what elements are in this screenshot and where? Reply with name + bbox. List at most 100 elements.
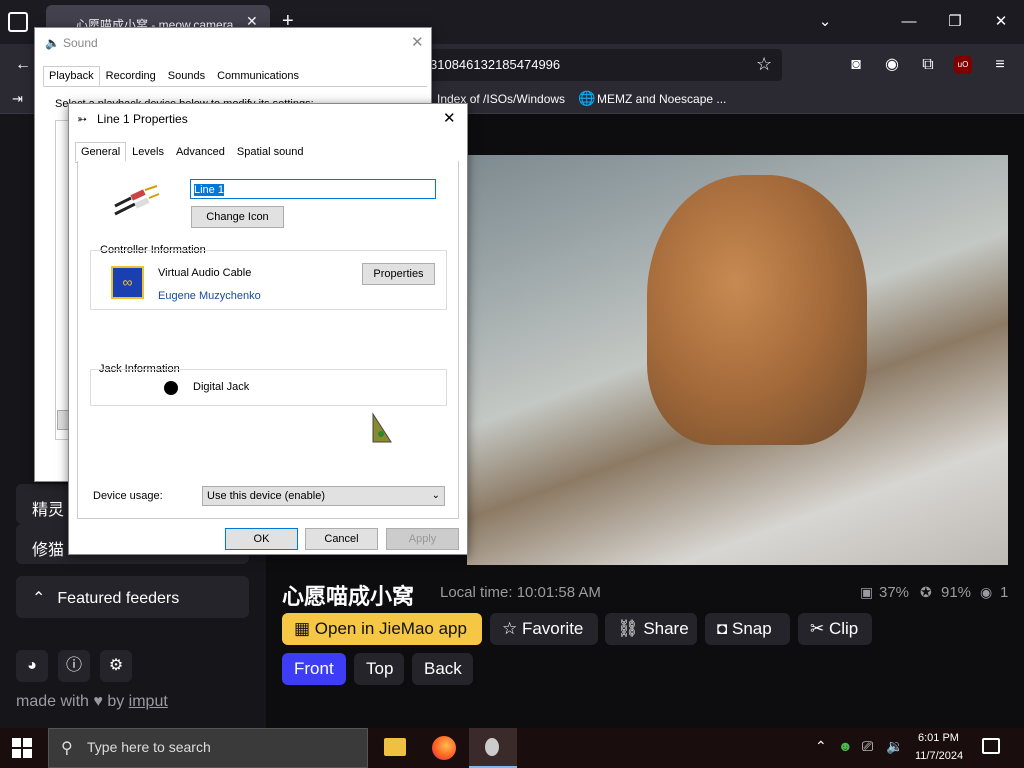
windows-start-icon[interactable] xyxy=(12,738,34,760)
favorite-button[interactable]: ☆ Favorite xyxy=(490,613,598,645)
controller-vendor[interactable]: Eugene Muzychenko xyxy=(158,290,261,302)
snap-button[interactable]: ◘ Snap xyxy=(705,613,790,645)
file-explorer-icon[interactable] xyxy=(384,738,406,756)
camera-top-button[interactable]: Top xyxy=(354,653,404,685)
url-text: 310846132185474996 xyxy=(430,57,561,72)
tab-spatial-sound[interactable]: Spatial sound xyxy=(231,142,310,162)
taskbar-search[interactable]: ⚲ Type here to search xyxy=(48,728,368,768)
device-usage-value: Use this device (enable) xyxy=(207,490,326,502)
share-label: Share xyxy=(643,619,689,638)
clock-date[interactable]: 11/7/2024 xyxy=(915,750,963,762)
food-stat: 37% xyxy=(879,584,910,601)
change-icon-button[interactable]: Change Icon xyxy=(191,206,284,228)
chevron-up-icon: ⌃ xyxy=(32,590,46,607)
camera-back-button[interactable]: Back xyxy=(412,653,473,685)
tab-recording[interactable]: Recording xyxy=(100,66,162,86)
globe-icon: 🌐 xyxy=(578,90,596,106)
tab-communications[interactable]: Communications xyxy=(211,66,305,86)
device-name-input[interactable]: Line 1 xyxy=(190,179,436,199)
sound-settings-taskbar-icon[interactable] xyxy=(469,728,517,768)
controller-properties-button[interactable]: Properties xyxy=(362,263,435,285)
stream-title: 心愿喵成小窝 xyxy=(282,584,415,609)
bookmark-star-icon[interactable]: ☆ xyxy=(756,54,772,75)
apply-button[interactable]: Apply xyxy=(386,528,459,550)
rca-cable-icon xyxy=(114,185,160,216)
close-window-icon[interactable]: ✕ xyxy=(978,0,1024,44)
sidebar-item-label: 精灵 xyxy=(32,502,65,519)
ublock-icon[interactable]: uO xyxy=(954,56,972,74)
controller-name: Virtual Audio Cable xyxy=(158,267,252,279)
bookmark-memz[interactable]: MEMZ and Noescape ... xyxy=(597,92,726,106)
network-icon[interactable]: ⎚ xyxy=(862,738,873,755)
device-name-value: Line 1 xyxy=(194,184,224,196)
share-button[interactable]: ⛓ Share xyxy=(605,613,697,645)
account-icon[interactable]: ◉ xyxy=(877,50,907,80)
link-icon: ⛓ xyxy=(617,619,644,638)
props-close-icon[interactable]: ✕ xyxy=(443,109,456,127)
info-icon[interactable]: ⓘ xyxy=(58,650,90,682)
settings-icon[interactable]: ⚙ xyxy=(100,650,132,682)
jack-name: Digital Jack xyxy=(193,381,250,393)
tray-chevron-icon[interactable]: ⌃ xyxy=(815,738,827,755)
maximize-icon[interactable]: ❐ xyxy=(932,0,978,44)
camera-front-button[interactable]: Front xyxy=(282,653,346,685)
open-app-label: Open in JieMao app xyxy=(314,619,467,638)
viewer-count: 1 xyxy=(1000,584,1009,601)
search-placeholder: Type here to search xyxy=(87,739,211,755)
volume-icon[interactable]: 🔉 xyxy=(886,738,903,755)
user-tray-icon[interactable]: ☻ xyxy=(838,738,853,754)
url-bar[interactable]: 310846132185474996 xyxy=(420,49,782,81)
controller-icon: ∞ xyxy=(111,266,144,299)
cancel-button[interactable]: Cancel xyxy=(305,528,378,550)
firefox-icon[interactable] xyxy=(432,736,456,760)
eye-icon: ◉ xyxy=(980,584,993,600)
sidebar-item-label: 修猫 xyxy=(32,542,65,559)
jack-box xyxy=(90,369,447,406)
featured-feeders-toggle[interactable]: ⌃ Featured feeders xyxy=(16,576,249,618)
device-usage-label: Device usage: xyxy=(93,490,163,502)
jack-dot-icon xyxy=(164,381,178,395)
camera-icon: ◘ xyxy=(717,619,732,638)
tab-levels[interactable]: Levels xyxy=(126,142,170,162)
speaker-icon: 🔈 xyxy=(45,36,60,50)
clock-time[interactable]: 6:01 PM xyxy=(918,732,959,744)
notifications-icon[interactable] xyxy=(982,738,1000,754)
sound-dialog-title: Sound xyxy=(63,36,98,50)
scissors-icon: ✂ xyxy=(810,619,829,638)
local-time: Local time: 10:01:58 AM xyxy=(440,584,601,601)
sound-close-icon[interactable]: ✕ xyxy=(411,33,424,51)
footer-label: made with ♥ by xyxy=(16,693,125,710)
line1-properties-dialog: ➳ Line 1 Properties ✕ General Levels Advan… xyxy=(68,103,468,555)
cat-stat-icon: ✪ xyxy=(920,584,932,600)
menu-icon[interactable]: ≡ xyxy=(985,50,1015,80)
open-app-button[interactable]: ▦ Open in JieMao app xyxy=(282,613,482,645)
star-icon: ☆ xyxy=(502,619,522,638)
tab-advanced[interactable]: Advanced xyxy=(170,142,231,162)
clip-label: Clip xyxy=(828,619,859,638)
device-usage-select[interactable]: Use this device (enable) ⌄ xyxy=(202,486,445,506)
qr-icon: ▦ xyxy=(294,619,315,638)
tab-general[interactable]: General xyxy=(75,142,127,162)
footer-text: made with ♥ by imput xyxy=(16,693,168,711)
tab-list-icon[interactable] xyxy=(8,12,28,32)
camera-stream[interactable] xyxy=(467,155,1008,565)
props-dialog-title: Line 1 Properties xyxy=(97,112,188,126)
audio-cable-icon: ➳ xyxy=(77,112,88,126)
discord-icon[interactable]: ◕ xyxy=(16,650,48,682)
search-icon: ⚲ xyxy=(61,740,73,757)
featured-feeders-label: Featured feeders xyxy=(57,590,180,607)
ok-button[interactable]: OK xyxy=(225,528,298,550)
import-icon[interactable]: ⇥ xyxy=(12,91,23,107)
cat-image xyxy=(647,175,867,445)
extensions-icon[interactable]: ⧉ xyxy=(913,50,943,80)
minimize-icon[interactable]: — xyxy=(886,0,932,44)
clip-button[interactable]: ✂ Clip xyxy=(798,613,872,645)
list-tabs-icon[interactable]: ⌄ xyxy=(802,0,848,44)
favorite-label: Favorite xyxy=(521,619,584,638)
tab-sounds[interactable]: Sounds xyxy=(162,66,211,86)
pocket-icon[interactable]: ◙ xyxy=(841,50,871,80)
chevron-down-icon: ⌄ xyxy=(431,490,440,501)
props-tabs: General Levels Advanced Spatial sound xyxy=(75,142,459,163)
tab-playback[interactable]: Playback xyxy=(43,66,100,86)
footer-link[interactable]: imput xyxy=(129,693,168,710)
